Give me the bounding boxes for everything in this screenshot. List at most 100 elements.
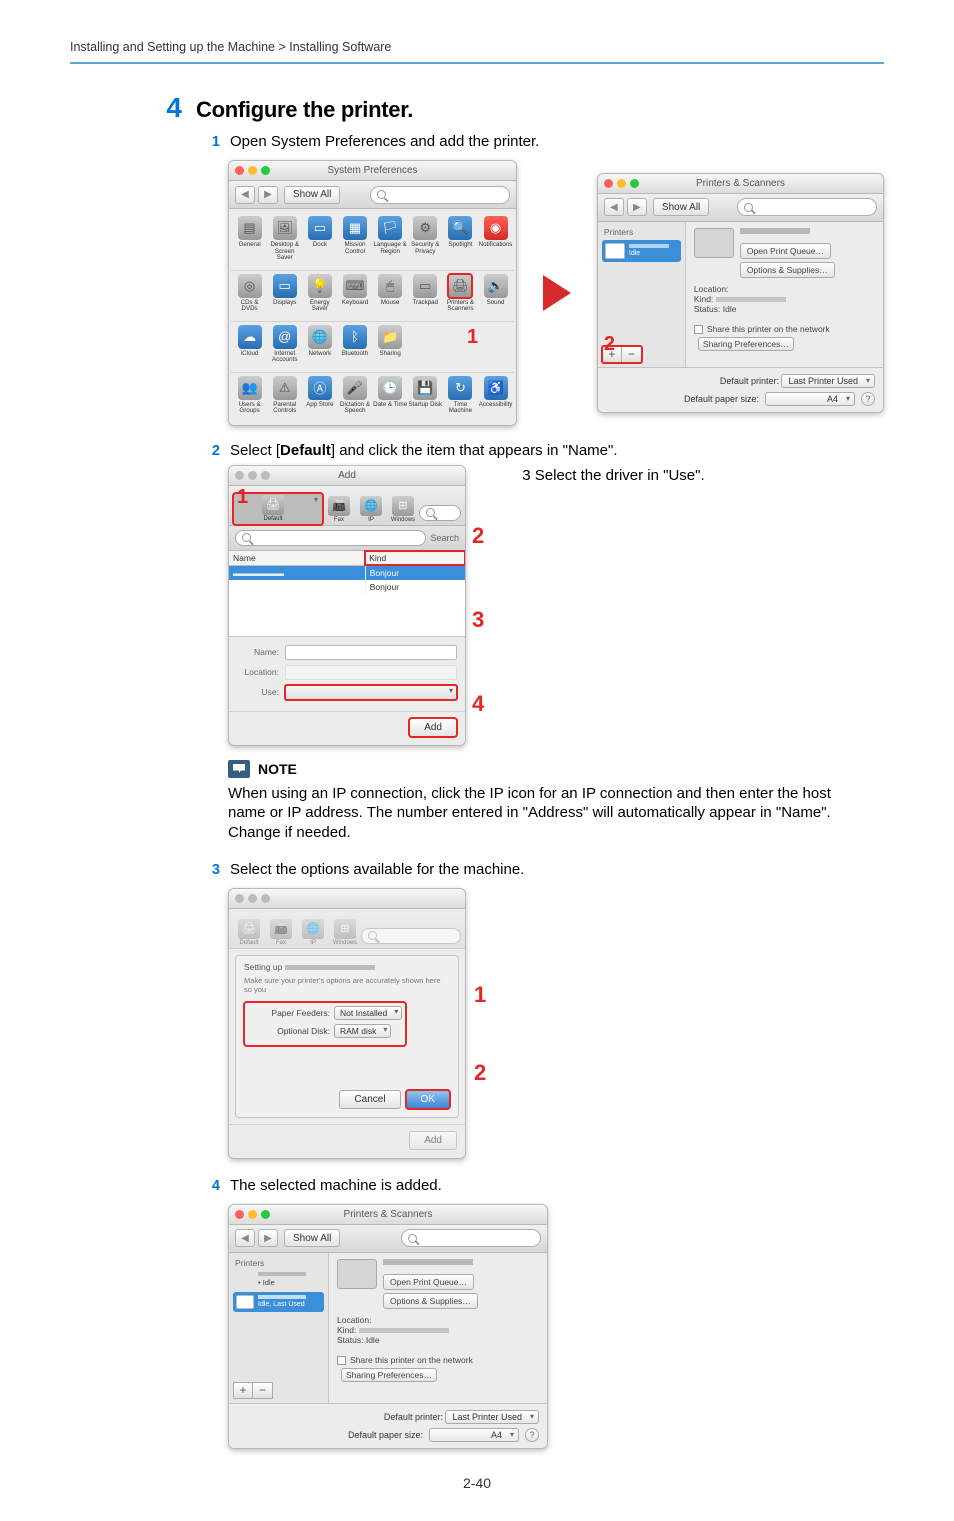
printer-list-item-selected[interactable]: Idle, Last Used bbox=[233, 1292, 324, 1312]
sysprefs-item-label: Energy Saver bbox=[302, 300, 337, 313]
tab-label: Fax bbox=[334, 517, 344, 523]
sysprefs-item-sound[interactable]: 🔊Sound bbox=[478, 274, 513, 313]
sysprefs-item-label: Printers & Scanners bbox=[443, 300, 478, 313]
sysprefs-item-users-groups[interactable]: 👥Users & Groups bbox=[232, 376, 267, 415]
open-print-queue-button[interactable]: Open Print Queue… bbox=[740, 243, 831, 259]
step-number-4: 4 bbox=[160, 94, 182, 122]
show-all-button[interactable]: Show All bbox=[653, 198, 709, 216]
sysprefs-item-security-privacy[interactable]: ⚙Security & Privacy bbox=[408, 216, 443, 262]
sysprefs-item-cds-dvds[interactable]: ◎CDs & DVDs bbox=[232, 274, 267, 313]
printers-sidebar: Printers • Idle Idle, Last Used bbox=[229, 1253, 329, 1403]
sysprefs-item-sharing[interactable]: 📁Sharing bbox=[373, 325, 408, 364]
sysprefs-item-label: Dictation & Speech bbox=[337, 402, 372, 415]
sysprefs-item-app-store[interactable]: ⒶApp Store bbox=[302, 376, 337, 415]
sysprefs-item-label: Date & Time bbox=[373, 402, 407, 409]
sysprefs-item-dock[interactable]: ▭Dock bbox=[302, 216, 337, 262]
time-machine-icon: ↻ bbox=[448, 376, 472, 400]
sharing-prefs-button[interactable]: Sharing Preferences… bbox=[341, 1368, 437, 1382]
tab-windows[interactable]: ⊞Windows bbox=[387, 496, 419, 525]
name-label: Name: bbox=[237, 647, 279, 657]
sysprefs-item-time-machine[interactable]: ↻Time Machine bbox=[443, 376, 478, 415]
remove-printer-button[interactable]: − bbox=[622, 346, 642, 363]
help-button[interactable]: ? bbox=[525, 1428, 539, 1442]
sysprefs-item-language-region[interactable]: 🏳Language & Region bbox=[373, 216, 408, 262]
options-supplies-button[interactable]: Options & Supplies… bbox=[740, 262, 835, 278]
sysprefs-item-parental-controls[interactable]: ⚠Parental Controls bbox=[267, 376, 302, 415]
optional-disk-select[interactable]: RAM disk bbox=[334, 1024, 391, 1038]
options-supplies-button[interactable]: Options & Supplies… bbox=[383, 1293, 478, 1309]
tab-search[interactable] bbox=[419, 505, 461, 521]
substep-num-3: 3 bbox=[206, 862, 220, 878]
printer-list-item[interactable]: Idle bbox=[602, 240, 681, 262]
back-button[interactable]: ◀ bbox=[235, 186, 255, 204]
sysprefs-item-label: CDs & DVDs bbox=[232, 300, 267, 313]
sysprefs-item-label: Accessibility bbox=[479, 402, 513, 409]
forward-button[interactable]: ▶ bbox=[258, 1229, 278, 1247]
sysprefs-item-date-time[interactable]: 🕒Date & Time bbox=[373, 376, 408, 415]
default-printer-select[interactable]: Last Printer Used bbox=[445, 1410, 539, 1424]
sysprefs-item-bluetooth[interactable]: ᛒBluetooth bbox=[337, 325, 372, 364]
default-paper-select[interactable]: A4 bbox=[429, 1428, 519, 1442]
tab-ip[interactable]: 🌐IP bbox=[355, 496, 387, 525]
sysprefs-item-desktop-screen-saver[interactable]: 🖼Desktop & Screen Saver bbox=[267, 216, 302, 262]
sysprefs-item-energy-saver[interactable]: 💡Energy Saver bbox=[302, 274, 337, 313]
share-label: Share this printer on the network bbox=[350, 1355, 473, 1365]
printer-list-item[interactable]: • Idle bbox=[233, 1269, 324, 1290]
show-all-button[interactable]: Show All bbox=[284, 1229, 340, 1247]
sysprefs-item-label: Users & Groups bbox=[232, 402, 267, 415]
sysprefs-item-dictation-speech[interactable]: 🎤Dictation & Speech bbox=[337, 376, 372, 415]
add-button[interactable]: Add bbox=[409, 718, 457, 737]
paper-feeders-select[interactable]: Not Installed bbox=[334, 1006, 402, 1020]
default-printer-label: Default printer: bbox=[384, 1412, 443, 1422]
name-field[interactable] bbox=[285, 645, 457, 660]
sysprefs-item-icloud[interactable]: ☁iCloud bbox=[232, 325, 267, 364]
list-item[interactable]: Bonjour bbox=[229, 580, 465, 594]
search-input[interactable] bbox=[235, 530, 426, 546]
back-button[interactable]: ◀ bbox=[235, 1229, 255, 1247]
sysprefs-item-spotlight[interactable]: 🔍Spotlight bbox=[443, 216, 478, 262]
search-input[interactable] bbox=[401, 1229, 541, 1247]
tab-fax[interactable]: 📠Fax bbox=[323, 496, 355, 525]
default-printer-select[interactable]: Last Printer Used bbox=[781, 374, 875, 388]
add-printer-button[interactable]: + bbox=[233, 1382, 253, 1399]
share-checkbox[interactable] bbox=[337, 1356, 346, 1365]
sysprefs-item-trackpad[interactable]: ▭Trackpad bbox=[408, 274, 443, 313]
window-printer-options: 🖨Default 📠Fax 🌐IP ⊞Windows Setting up Ma… bbox=[228, 888, 466, 1159]
sysprefs-item-displays[interactable]: ▭Displays bbox=[267, 274, 302, 313]
printer-list: ▬▬▬▬▬▬Bonjour Bonjour bbox=[229, 566, 465, 636]
sysprefs-item-general[interactable]: ▤General bbox=[232, 216, 267, 262]
search-input[interactable] bbox=[370, 186, 510, 204]
help-button[interactable]: ? bbox=[861, 392, 875, 406]
share-checkbox[interactable] bbox=[694, 325, 703, 334]
sysprefs-item-accessibility[interactable]: ♿Accessibility bbox=[478, 376, 513, 415]
search-input[interactable] bbox=[737, 198, 877, 216]
window-title: Printers & Scanners bbox=[598, 178, 883, 189]
sysprefs-item-startup-disk[interactable]: 💾Startup Disk bbox=[408, 376, 443, 415]
sysprefs-item-keyboard[interactable]: ⌨Keyboard bbox=[337, 274, 372, 313]
open-print-queue-button[interactable]: Open Print Queue… bbox=[383, 1274, 474, 1290]
sharing-prefs-button[interactable]: Sharing Preferences… bbox=[698, 337, 794, 351]
show-all-button[interactable]: Show All bbox=[284, 186, 340, 204]
sysprefs-item-printers-scanners[interactable]: 🖨Printers & Scanners bbox=[443, 274, 478, 313]
tab-default-icon: 🖨 bbox=[238, 919, 260, 939]
back-button[interactable]: ◀ bbox=[604, 198, 624, 216]
cancel-button[interactable]: Cancel bbox=[339, 1090, 400, 1109]
default-paper-select[interactable]: A4 bbox=[765, 392, 855, 406]
remove-printer-button[interactable]: − bbox=[253, 1382, 273, 1399]
sysprefs-item-notifications[interactable]: ◉Notifications bbox=[478, 216, 513, 262]
setting-up-label: Setting up bbox=[244, 962, 285, 972]
forward-button[interactable]: ▶ bbox=[627, 198, 647, 216]
ok-button[interactable]: OK bbox=[406, 1090, 450, 1109]
sysprefs-item-label: Startup Disk bbox=[408, 402, 442, 409]
sysprefs-item-network[interactable]: 🌐Network bbox=[302, 325, 337, 364]
zoom-icon[interactable] bbox=[261, 894, 270, 903]
location-field[interactable] bbox=[285, 665, 457, 680]
sysprefs-item-mission-control[interactable]: ▦Mission Control bbox=[337, 216, 372, 262]
sysprefs-item-internet-accounts[interactable]: @Internet Accounts bbox=[267, 325, 302, 364]
forward-button[interactable]: ▶ bbox=[258, 186, 278, 204]
close-icon[interactable] bbox=[235, 894, 244, 903]
sysprefs-item-mouse[interactable]: 🖱Mouse bbox=[373, 274, 408, 313]
minimize-icon[interactable] bbox=[248, 894, 257, 903]
list-item[interactable]: ▬▬▬▬▬▬Bonjour bbox=[229, 566, 465, 580]
use-select[interactable] bbox=[285, 685, 457, 700]
